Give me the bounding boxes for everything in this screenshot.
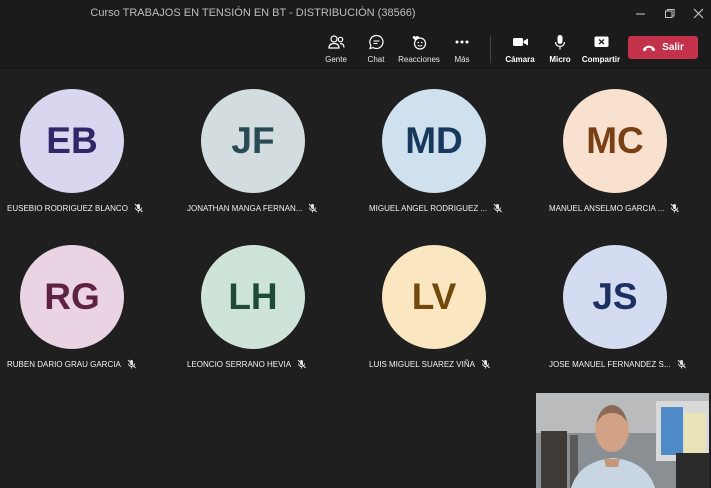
participant-name: JOSE MANUEL FERNANDEZ S... bbox=[549, 359, 671, 369]
close-icon[interactable] bbox=[683, 0, 711, 26]
participant-avatar: RG bbox=[20, 245, 124, 349]
participant-name: EUSEBIO RODRIGUEZ BLANCO bbox=[7, 203, 128, 213]
restore-icon[interactable] bbox=[654, 0, 684, 26]
participant-name: MANUEL ANSELMO GARCIA ... bbox=[549, 203, 665, 213]
camera-label: Cámara bbox=[505, 55, 535, 64]
self-video-icon bbox=[536, 393, 709, 488]
reactions-icon bbox=[411, 32, 428, 52]
people-icon bbox=[327, 32, 345, 52]
participant-avatar: JS bbox=[563, 245, 667, 349]
toolbar-divider bbox=[490, 36, 491, 63]
participant-avatar: LH bbox=[201, 245, 305, 349]
leave-label: Salir bbox=[662, 42, 684, 53]
share-icon bbox=[593, 32, 610, 52]
microphone-icon bbox=[553, 32, 567, 52]
participant-name-row: JOSE MANUEL FERNANDEZ S... bbox=[549, 359, 686, 369]
participant-avatar: EB bbox=[20, 89, 124, 193]
camera-button[interactable]: Cámara bbox=[504, 32, 536, 68]
mic-muted-icon bbox=[493, 203, 502, 213]
reactions-label: Reacciones bbox=[398, 55, 440, 64]
participant-name: MIGUEL ANGEL RODRIGUEZ ... bbox=[369, 203, 488, 213]
leave-button[interactable]: Salir bbox=[628, 36, 698, 59]
mic-muted-icon bbox=[677, 359, 686, 369]
participant-avatar: JF bbox=[201, 89, 305, 193]
mic-muted-icon bbox=[308, 203, 318, 213]
chat-icon bbox=[368, 32, 385, 52]
hangup-icon bbox=[642, 44, 656, 52]
participant-name-row: RUBEN DARIO GRAU GARCIA bbox=[7, 359, 136, 369]
participant-name: RUBEN DARIO GRAU GARCIA bbox=[7, 359, 121, 369]
mic-muted-icon bbox=[670, 203, 680, 213]
minimize-icon[interactable] bbox=[625, 0, 655, 26]
self-video-preview[interactable] bbox=[536, 393, 709, 488]
participant-name-row: LUIS MIGUEL SUAREZ VIÑA bbox=[369, 359, 490, 369]
participant-name-row: MANUEL ANSELMO GARCIA ... bbox=[549, 203, 680, 213]
people-button[interactable]: Gente bbox=[321, 32, 351, 68]
participant-avatar: MC bbox=[563, 89, 667, 193]
participant-name-row: EUSEBIO RODRIGUEZ BLANCO bbox=[7, 203, 143, 213]
participant-avatar: MD bbox=[382, 89, 486, 193]
people-label: Gente bbox=[325, 55, 347, 64]
mic-label: Micro bbox=[549, 55, 571, 64]
more-button[interactable]: Más bbox=[449, 32, 475, 68]
mic-muted-icon bbox=[127, 359, 136, 369]
more-label: Más bbox=[454, 55, 470, 64]
mic-button[interactable]: Micro bbox=[547, 32, 573, 68]
participant-name: LUIS MIGUEL SUAREZ VIÑA bbox=[369, 359, 475, 369]
camera-icon bbox=[512, 32, 529, 52]
participant-avatar: LV bbox=[382, 245, 486, 349]
participant-name-row: MIGUEL ANGEL RODRIGUEZ ... bbox=[369, 203, 502, 213]
participant-name-row: LEONCIO SERRANO HEVIA bbox=[187, 359, 306, 369]
participant-name-row: JONATHAN MANGA FERNAN... bbox=[187, 203, 318, 213]
mic-muted-icon bbox=[481, 359, 490, 369]
share-button[interactable]: Compartir bbox=[582, 32, 620, 68]
mic-muted-icon bbox=[297, 359, 306, 369]
chat-button[interactable]: Chat bbox=[362, 32, 390, 68]
reactions-button[interactable]: Reacciones bbox=[396, 32, 442, 68]
title-bar: Curso TRABAJOS EN TENSIÓN EN BT - DISTRI… bbox=[0, 0, 711, 26]
participant-name: JONATHAN MANGA FERNAN... bbox=[187, 203, 303, 213]
mic-muted-icon bbox=[134, 203, 143, 213]
share-label: Compartir bbox=[581, 55, 621, 64]
more-icon bbox=[454, 32, 470, 52]
window-title: Curso TRABAJOS EN TENSIÓN EN BT - DISTRI… bbox=[90, 7, 416, 19]
participant-name: LEONCIO SERRANO HEVIA bbox=[187, 359, 292, 369]
chat-label: Chat bbox=[367, 55, 385, 64]
